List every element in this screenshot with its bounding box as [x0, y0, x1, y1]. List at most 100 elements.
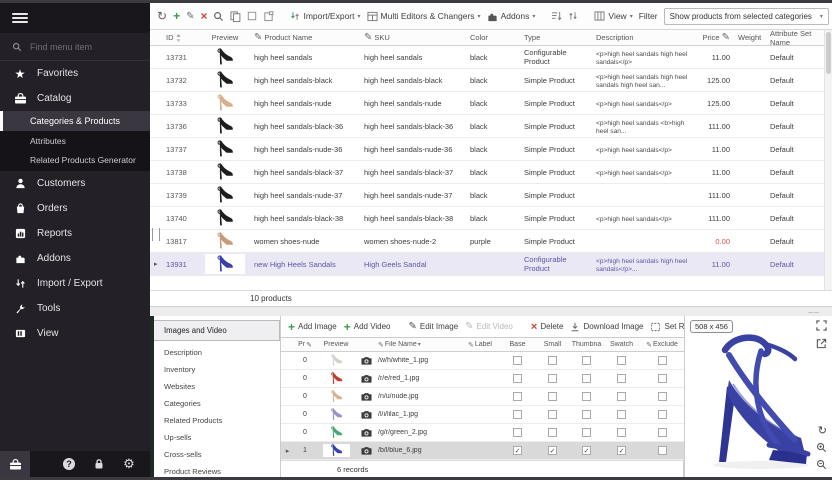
sort-az-button[interactable] — [551, 11, 562, 21]
column-header-id[interactable]: ID — [162, 33, 200, 42]
search-button[interactable] — [213, 11, 224, 22]
image-row[interactable]: 0 /w/h/white_1.jpg — [281, 352, 684, 370]
column-header-type[interactable]: Type — [520, 33, 592, 42]
add-video-button[interactable]: +Add Video — [344, 320, 391, 334]
column-header-pr[interactable]: Pr✎ — [294, 341, 316, 349]
vertical-scrollbar[interactable] — [824, 30, 832, 307]
column-header-description[interactable]: Description — [592, 33, 692, 42]
download-image-button[interactable]: Download Image — [570, 322, 643, 332]
column-header-color[interactable]: Color — [466, 33, 520, 42]
table-row[interactable]: 13817 women shoes-nude women shoes-nude-… — [150, 230, 824, 253]
cell-camera[interactable] — [356, 356, 376, 365]
base-checkbox[interactable] — [513, 392, 522, 401]
delete-product-button[interactable]: × — [200, 9, 207, 23]
table-row[interactable]: 13739 high heel sandals-nude-37 high hee… — [150, 184, 824, 207]
tab-related-products[interactable]: Related Products — [154, 412, 280, 429]
add-image-button[interactable]: +Add Image — [288, 320, 337, 334]
menu-search[interactable] — [0, 33, 150, 61]
swatch-checkbox[interactable] — [617, 374, 626, 383]
tab-cross-sells[interactable]: Cross-sells — [154, 446, 280, 463]
rotate-button[interactable]: ↻ — [818, 424, 827, 437]
help-button[interactable]: ? — [54, 451, 84, 477]
swatch-checkbox[interactable] — [617, 428, 626, 437]
sidebar-item-view[interactable]: View — [0, 321, 150, 346]
thumbnail-checkbox[interactable] — [582, 356, 591, 365]
column-header-file-name[interactable]: ✎File Name▾ — [376, 341, 460, 349]
table-row[interactable]: 13740 high heel sandals-black-38 high he… — [150, 207, 824, 230]
row-expander-icon[interactable]: ▸ — [154, 260, 158, 268]
column-header-base[interactable]: Base — [500, 341, 535, 348]
delete-image-button[interactable]: ×Delete — [531, 321, 564, 333]
exclude-checkbox[interactable] — [658, 374, 667, 383]
image-row[interactable]: 0 /g/r/green_2.jpg — [281, 424, 684, 442]
sidebar-item-orders[interactable]: Orders — [0, 196, 150, 221]
image-row[interactable]: 0 /l/i/lilac_1.jpg — [281, 406, 684, 424]
cell-camera[interactable] — [356, 374, 376, 383]
row-expander-icon[interactable]: ▸ — [286, 447, 290, 455]
table-row[interactable]: 13732 high heel sandals-black high heel … — [150, 69, 824, 92]
add-product-button[interactable]: + — [173, 9, 180, 23]
table-row[interactable]: 13737 high heel sandals-nude-36 high hee… — [150, 138, 824, 161]
exclude-checkbox[interactable] — [658, 410, 667, 419]
zoom-out-button[interactable] — [816, 459, 827, 470]
menu-search-input[interactable] — [30, 42, 130, 52]
swatch-checkbox[interactable] — [617, 392, 626, 401]
edit-video-button[interactable]: ✎Edit Video — [465, 321, 513, 332]
base-checkbox[interactable] — [513, 374, 522, 383]
thumbnail-checkbox[interactable]: ✓ — [582, 446, 591, 455]
open-external-button[interactable] — [816, 338, 827, 349]
copy-button[interactable] — [230, 11, 241, 22]
sidebar-item-reports[interactable]: Reports — [0, 221, 150, 246]
table-row[interactable]: ▸ 13931 new High Heels Sandals High Geel… — [150, 253, 824, 276]
column-header-sku[interactable]: ✎SKU — [360, 32, 466, 43]
store-button[interactable] — [0, 451, 30, 477]
import-export-menu[interactable]: Import/Export▾ — [290, 11, 360, 21]
zoom-in-button[interactable] — [816, 442, 827, 453]
small-checkbox[interactable] — [548, 428, 557, 437]
small-checkbox[interactable] — [548, 374, 557, 383]
column-header-preview[interactable]: Preview — [200, 33, 250, 42]
small-checkbox[interactable] — [548, 392, 557, 401]
tab-categories[interactable]: Categories — [154, 395, 280, 412]
column-header-small[interactable]: Small — [535, 341, 570, 348]
settings-button[interactable]: ⚙ — [114, 451, 144, 477]
column-header-exclude[interactable]: ✎Exclude — [640, 341, 684, 349]
table-row[interactable]: 13733 high heel sandals-nude high heel s… — [150, 92, 824, 115]
refresh-button[interactable]: ↻ — [157, 9, 167, 23]
small-checkbox[interactable] — [548, 356, 557, 365]
edit-image-button[interactable]: ✎Edit Image — [409, 321, 459, 332]
base-checkbox[interactable] — [513, 428, 522, 437]
tab-description[interactable]: Description — [154, 344, 280, 361]
sidebar-item-related-products-generator[interactable]: Related Products Generator — [0, 150, 150, 169]
small-checkbox[interactable]: ✓ — [548, 446, 557, 455]
sidebar-item-catalog[interactable]: Catalog — [0, 86, 150, 111]
tab-inventory[interactable]: Inventory — [154, 361, 280, 378]
panel-collapse-handle[interactable] — [152, 228, 160, 241]
image-row[interactable]: 0 /r/e/red_1.jpg — [281, 370, 684, 388]
thumbnail-checkbox[interactable] — [582, 428, 591, 437]
table-row[interactable]: 13738 high heel sandals-black-37 high he… — [150, 161, 824, 184]
thumbnail-checkbox[interactable] — [582, 392, 591, 401]
sidebar-item-import-export[interactable]: Import / Export — [0, 271, 150, 296]
hamburger-menu-button[interactable] — [0, 3, 150, 33]
select-cell-button[interactable] — [247, 11, 257, 21]
image-row[interactable]: 0 /n/u/nude.jpg — [281, 388, 684, 406]
sidebar-item-addons[interactable]: Addons — [0, 246, 150, 271]
thumbnail-checkbox[interactable] — [582, 410, 591, 419]
horizontal-splitter[interactable]: ── — [150, 307, 832, 316]
tab-up-sells[interactable]: Up-sells — [154, 429, 280, 446]
edit-product-button[interactable]: ✎ — [186, 11, 194, 22]
sidebar-item-categories-products[interactable]: Categories & Products — [0, 111, 150, 131]
multi-editors-menu[interactable]: Multi Editors & Changers▾ — [367, 11, 481, 22]
filter-select[interactable]: Show products from selected categories▾ — [664, 8, 829, 25]
table-row[interactable]: 13731 high heel sandals high heel sandal… — [150, 46, 824, 69]
cell-camera[interactable] — [356, 446, 376, 455]
base-checkbox[interactable] — [513, 356, 522, 365]
sidebar-item-tools[interactable]: Tools — [0, 296, 150, 321]
exclude-checkbox[interactable] — [658, 392, 667, 401]
exclude-checkbox[interactable] — [658, 428, 667, 437]
cell-camera[interactable] — [356, 428, 376, 437]
addons-menu[interactable]: Addons▾ — [487, 11, 536, 22]
column-header-product-name[interactable]: ✎Product Name — [250, 32, 360, 43]
sidebar-item-customers[interactable]: Customers — [0, 171, 150, 196]
